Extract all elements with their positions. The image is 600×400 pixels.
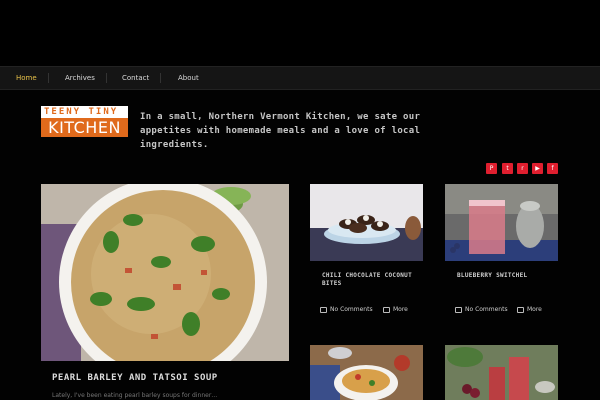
nav-divider [48,73,49,83]
chocolate-bites-illustration [310,184,423,261]
nav-divider [160,73,161,83]
post-image-salad[interactable] [310,345,423,400]
youtube-icon[interactable]: ▶ [532,163,543,174]
featured-post-image[interactable] [41,184,289,361]
facebook-icon[interactable]: f [547,163,558,174]
featured-post-title[interactable]: PEARL BARLEY AND TATSOI SOUP [52,373,218,383]
twitter-icon[interactable]: t [502,163,513,174]
nav-item-home[interactable]: Home [16,67,37,89]
post-image-chocolate-bites[interactable] [310,184,423,261]
post-image-blueberry-switchel[interactable] [445,184,558,261]
salad-illustration [310,345,423,400]
more-icon [383,306,390,313]
comments-label: No Comments [465,306,508,313]
cherry-drink-illustration [445,345,558,400]
pinterest-icon[interactable]: P [486,163,497,174]
nav-item-contact[interactable]: Contact [122,67,149,89]
site-logo[interactable]: TEENY TINY KITCHEN [41,106,128,137]
logo-top-text: TEENY TINY [41,106,128,118]
logo-bottom-text: KITCHEN [41,118,128,137]
comment-icon [320,306,327,313]
post-image-cherry-drink[interactable] [445,345,558,400]
post-meta-comments[interactable]: No Comments [455,306,508,313]
featured-post-excerpt: Lately, I've been eating pearl barley so… [52,392,218,399]
post-meta-more[interactable]: More [383,306,408,313]
more-label: More [393,306,408,313]
more-label: More [527,306,542,313]
post-meta-more[interactable]: More [517,306,542,313]
main-nav: Home Archives Contact About [0,66,600,90]
site-tagline: In a small, Northern Vermont Kitchen, we… [140,112,421,150]
nav-item-about[interactable]: About [178,67,199,89]
post-title-blueberry-switchel[interactable]: BLUEBERRY SWITCHEL [457,272,547,280]
post-meta-comments[interactable]: No Comments [320,306,373,313]
top-bar [0,0,600,66]
switchel-illustration [445,184,558,261]
post-title-chocolate-bites[interactable]: CHILI CHOCOLATE COCONUT BITES [322,272,412,288]
nav-divider [106,73,107,83]
soup-bowl-illustration [41,184,289,361]
comment-icon [455,306,462,313]
nav-item-archives[interactable]: Archives [65,67,95,89]
comments-label: No Comments [330,306,373,313]
rss-icon[interactable]: r [517,163,528,174]
more-icon [517,306,524,313]
